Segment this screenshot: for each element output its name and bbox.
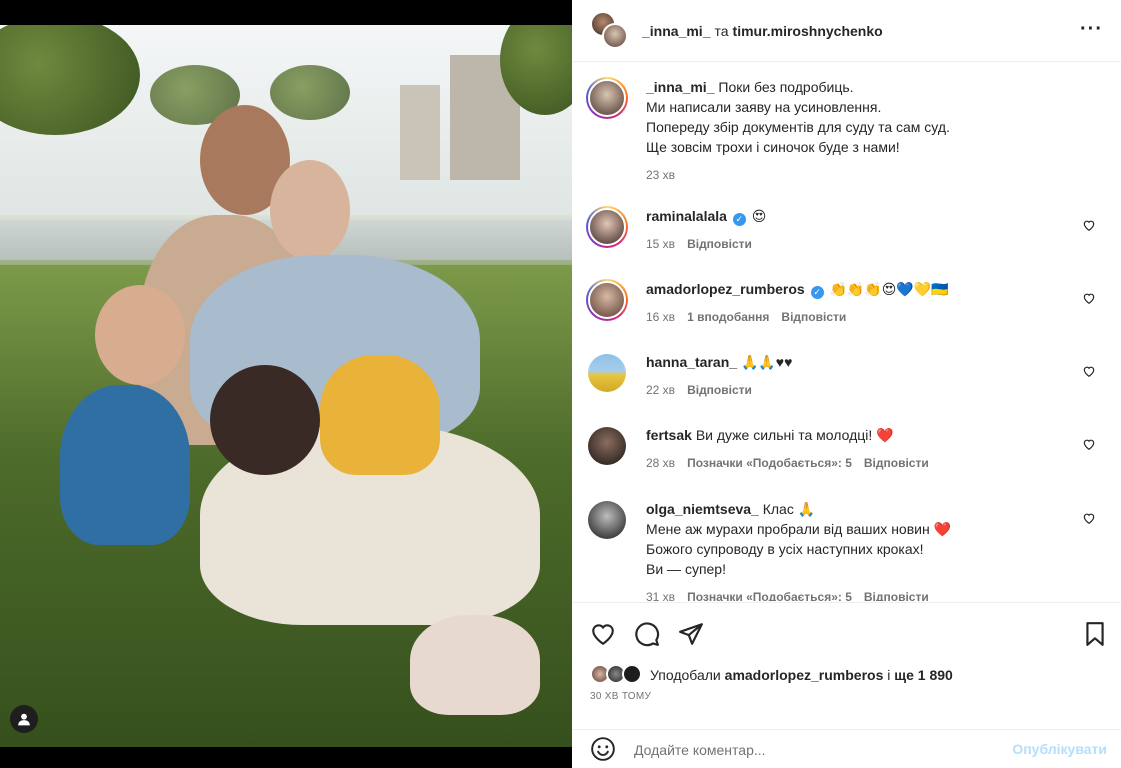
comment-likes[interactable]: Позначки «Подобається»: 5: [687, 456, 852, 470]
comment-time[interactable]: 23 хв: [646, 168, 675, 182]
comment-text: 👏👏👏😍💙💛🇺🇦: [829, 281, 949, 297]
comments-list[interactable]: _inna_mi_ Поки без подробиць. Ми написал…: [572, 63, 1121, 601]
verified-badge-icon: ✓: [732, 213, 746, 226]
likes-username[interactable]: amadorlopez_rumberos: [725, 667, 884, 683]
like-heart-icon[interactable]: [590, 621, 616, 647]
caption-text: Попереду збір документів для суду та сам…: [646, 119, 950, 135]
comment-input[interactable]: [634, 738, 994, 762]
tagged-users-button[interactable]: [10, 705, 38, 733]
add-comment-bar: Опублікувати: [572, 729, 1121, 768]
caption-text: Поки без подробиць.: [718, 79, 854, 95]
more-horizontal-icon: ···: [1080, 18, 1103, 40]
comment-time[interactable]: 16 хв: [646, 310, 675, 324]
comment-username[interactable]: fertsak: [646, 427, 692, 443]
likes-summary[interactable]: Уподобали amadorlopez_rumberos і ще 1 89…: [590, 664, 953, 686]
like-comment-heart-icon[interactable]: [1082, 291, 1096, 305]
comment-text: 😍: [751, 208, 767, 224]
comment-time[interactable]: 28 хв: [646, 456, 675, 470]
avatar[interactable]: [586, 499, 628, 541]
photo-person-woman-head: [270, 160, 350, 260]
author-connector: та: [714, 22, 729, 39]
post-actions: [572, 602, 1121, 662]
reply-button[interactable]: Відповісти: [864, 456, 929, 470]
author-username[interactable]: timur.miroshnychenko: [733, 23, 883, 39]
collab-avatars[interactable]: [590, 10, 630, 51]
comment-username[interactable]: hanna_taran_: [646, 354, 737, 370]
post-photo[interactable]: [0, 25, 572, 747]
like-comment-heart-icon[interactable]: [1082, 511, 1096, 525]
avatar[interactable]: [586, 352, 628, 394]
reply-button[interactable]: Відповісти: [864, 590, 929, 601]
photo-building: [400, 85, 440, 180]
post-photo-pane: [0, 0, 572, 768]
avatar[interactable]: [586, 279, 628, 321]
user-icon: [18, 713, 30, 726]
caption-text: Ми написали заяву на усиновлення.: [646, 99, 882, 115]
photo-child-girl: [320, 355, 440, 475]
like-comment-heart-icon[interactable]: [1082, 364, 1096, 378]
comment-likes[interactable]: 1 вподобання: [687, 310, 769, 324]
comment-text: 🙏🙏♥♥: [740, 354, 793, 370]
reply-button[interactable]: Відповісти: [687, 383, 752, 397]
comment-text: Клас 🙏: [762, 501, 816, 517]
avatar: [602, 22, 628, 49]
comment-likes[interactable]: Позначки «Подобається»: 5: [687, 590, 852, 601]
post-authors: _inna_mi_ та timur.miroshnychenko: [642, 23, 883, 39]
photo-child-boy: [60, 385, 190, 545]
share-paper-plane-icon[interactable]: [678, 621, 704, 647]
photo-child-boy-head: [95, 285, 185, 385]
avatar[interactable]: [586, 425, 628, 467]
likes-count[interactable]: ще 1 890: [894, 667, 953, 683]
photo-tree: [270, 65, 350, 120]
comment-text: Ви — супер!: [646, 561, 726, 577]
comment-time[interactable]: 31 хв: [646, 590, 675, 601]
avatar[interactable]: [586, 206, 628, 248]
comment-text: Божого супроводу в усіх наступних кроках…: [646, 541, 924, 557]
avatar[interactable]: [586, 77, 628, 119]
comment-username[interactable]: olga_niemtseva_: [646, 501, 759, 517]
comment-username[interactable]: amadorlopez_rumberos: [646, 281, 805, 297]
comment-text: Мене аж мурахи пробрали від ваших новин …: [646, 521, 952, 537]
comment-text: Ви дуже сильні та молодці! ❤️: [695, 427, 894, 443]
likes-connector: і: [887, 667, 891, 683]
comment-username[interactable]: raminalalala: [646, 208, 727, 224]
publish-button[interactable]: Опублікувати: [1012, 741, 1107, 757]
likes-prefix: Уподобали: [650, 667, 721, 683]
emoji-smiley-icon[interactable]: [590, 736, 616, 762]
post-header: _inna_mi_ та timur.miroshnychenko ···: [572, 0, 1121, 62]
avatar: [622, 664, 642, 684]
liker-avatars: [590, 664, 644, 686]
comment-time[interactable]: 15 хв: [646, 237, 675, 251]
reply-button[interactable]: Відповісти: [781, 310, 846, 324]
comment-bubble-icon[interactable]: [634, 621, 660, 647]
comment-username[interactable]: _inna_mi_: [646, 79, 714, 95]
photo-child-girl-head: [210, 365, 320, 475]
like-comment-heart-icon[interactable]: [1082, 218, 1096, 232]
bookmark-icon[interactable]: [1082, 621, 1108, 647]
more-options-button[interactable]: ···: [1080, 18, 1103, 40]
photo-shoe: [410, 615, 540, 715]
author-username[interactable]: _inna_mi_: [642, 23, 710, 39]
comment-time[interactable]: 22 хв: [646, 383, 675, 397]
reply-button[interactable]: Відповісти: [687, 237, 752, 251]
caption-text: Ще зовсім трохи і синочок буде з нами!: [646, 139, 900, 155]
post-side-panel: _inna_mi_ та timur.miroshnychenko ··· _inn…: [572, 0, 1121, 768]
like-comment-heart-icon[interactable]: [1082, 437, 1096, 451]
verified-badge-icon: ✓: [810, 286, 824, 299]
post-time[interactable]: 30 ХВ ТОМУ: [590, 691, 651, 702]
